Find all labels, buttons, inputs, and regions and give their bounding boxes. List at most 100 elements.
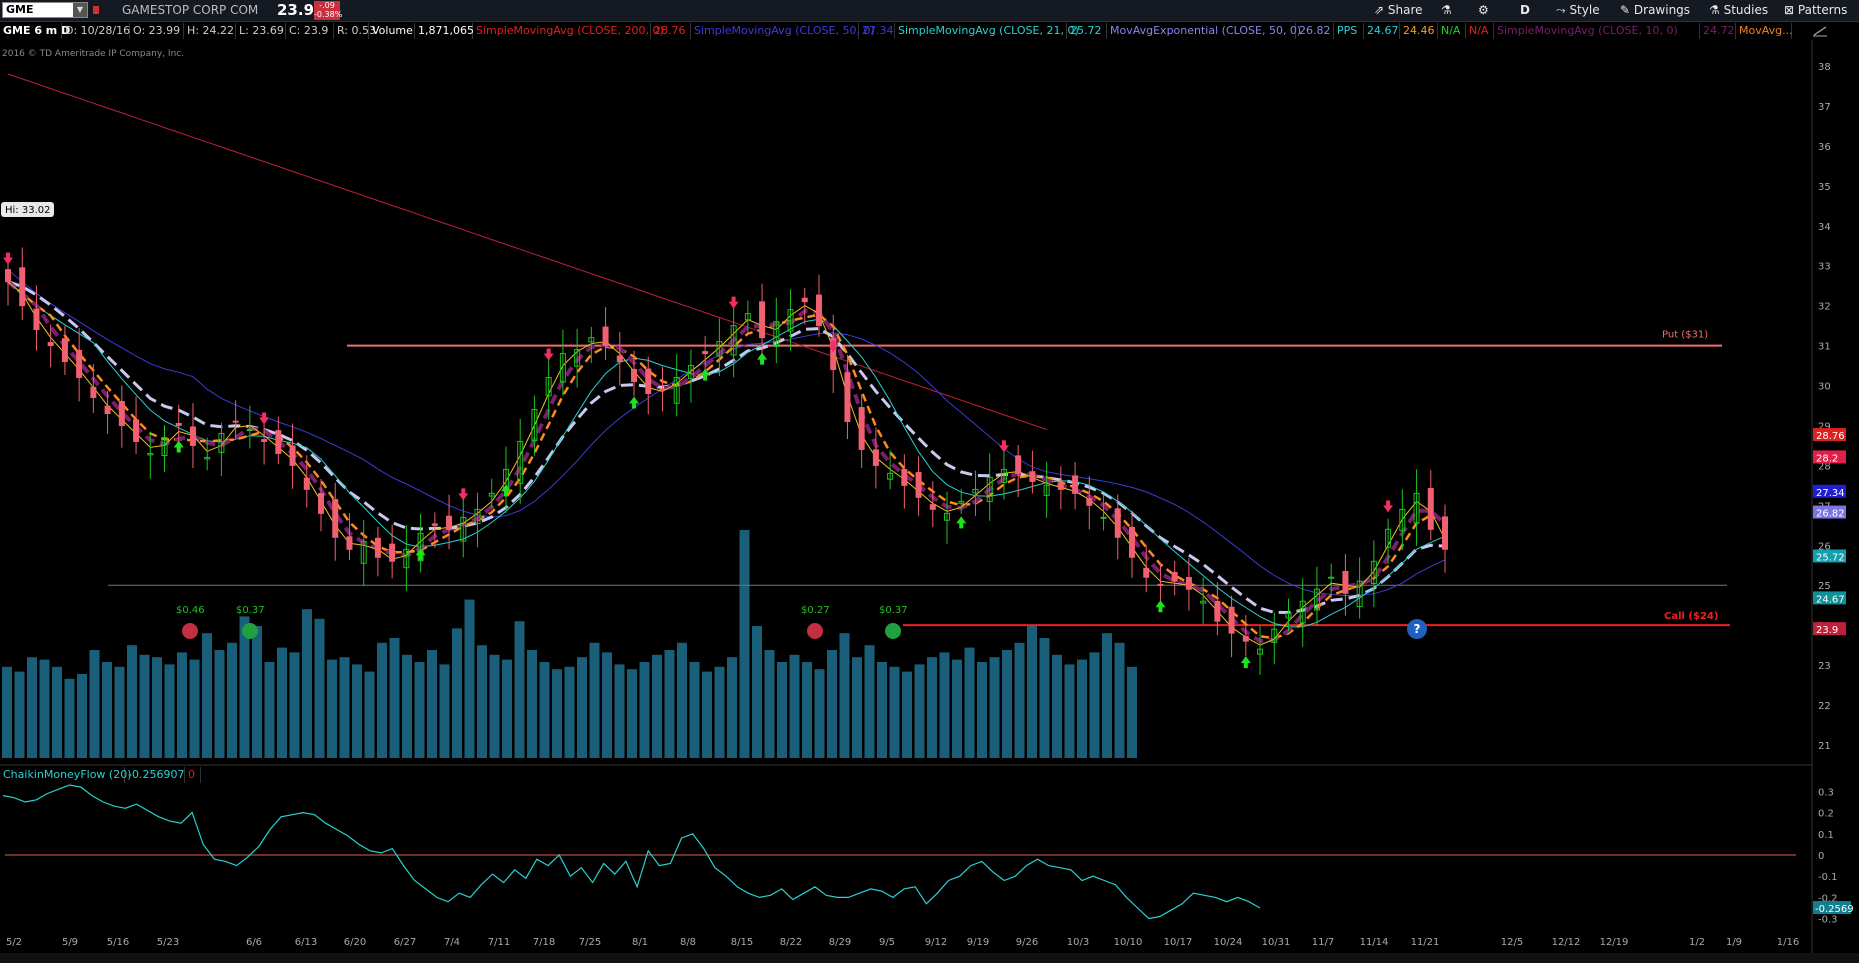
volume-bar xyxy=(789,654,800,758)
cmf-value: -0.256907 xyxy=(125,767,185,783)
cmf-label[interactable]: ChaikinMoneyFlow (20) xyxy=(0,767,132,783)
volume-bar xyxy=(889,666,900,758)
candle-body xyxy=(1214,600,1221,622)
symbol-input[interactable]: GME ▼ xyxy=(2,2,88,18)
date-axis-tick: 6/13 xyxy=(295,937,317,948)
help-button[interactable]: ? xyxy=(1407,619,1427,639)
share-label: Share xyxy=(1387,3,1423,17)
date-axis-tick: 12/5 xyxy=(1501,937,1523,948)
studies-label: Studies xyxy=(1723,3,1769,17)
candle-body xyxy=(1427,488,1434,530)
volume-bar xyxy=(352,664,362,758)
volume-bar xyxy=(1077,659,1087,758)
drawings-button[interactable]: ✎ Drawings xyxy=(1620,0,1690,21)
date-axis-tick: 1/9 xyxy=(1726,937,1742,948)
flask-button[interactable]: ⚗ xyxy=(1441,0,1452,21)
signal-arrows xyxy=(3,252,1394,669)
patterns-button[interactable]: ⊠ Patterns xyxy=(1784,0,1847,21)
symbol-dropdown-icon[interactable]: ▼ xyxy=(73,3,87,17)
volume-bar xyxy=(189,659,200,758)
settings-button[interactable]: ⚙ xyxy=(1478,0,1489,21)
price-axis-tick: 32 xyxy=(1818,302,1831,313)
candle-body xyxy=(61,338,68,363)
candle-body xyxy=(801,297,808,303)
candle-body xyxy=(1057,482,1064,490)
change-value: -.09 xyxy=(319,1,335,10)
share-icon: ⇗ xyxy=(1374,3,1385,17)
volume-bar xyxy=(1039,638,1050,758)
price-tag-label: 28.2 xyxy=(1816,453,1838,464)
chart-header: GME 6 m D D: 10/28/16 O: 23.99 H: 24.22 … xyxy=(0,22,1859,40)
candle-body xyxy=(104,405,111,414)
study-more[interactable]: MovAvg... xyxy=(1736,23,1793,39)
ohlc-open: O: 23.99 xyxy=(130,23,184,39)
study-ema50-value: 26.82 xyxy=(1296,23,1334,39)
volume-bar xyxy=(977,662,987,758)
chart-canvas[interactable]: Put ($31) Call ($24) Hi: 33.02 $0.46 $0.3… xyxy=(0,40,1859,953)
volume-bar xyxy=(389,638,400,758)
style-button[interactable]: ⤳ Style xyxy=(1556,0,1600,21)
volume-bar xyxy=(364,671,375,758)
study-sma200-label[interactable]: SimpleMovingAvg (CLOSE, 200, 0) xyxy=(473,23,664,39)
pps-label[interactable]: PPS xyxy=(1334,23,1364,39)
event-marker-icon xyxy=(182,623,198,639)
volume-bar xyxy=(702,671,712,758)
chart-label: GME 6 m D xyxy=(0,23,70,39)
candle-body xyxy=(275,430,282,454)
volume-bar xyxy=(752,626,762,758)
studies-button[interactable]: ⚗ Studies xyxy=(1709,0,1768,21)
study-sma50-label[interactable]: SimpleMovingAvg (CLOSE, 50, 0) xyxy=(691,23,875,39)
study-sma50-value: 27.34 xyxy=(859,23,895,39)
volume-bar xyxy=(689,662,700,758)
candle-body xyxy=(431,523,438,526)
volume-bar xyxy=(139,654,150,758)
candle-body xyxy=(1328,576,1335,579)
price-axis-tick: 35 xyxy=(1818,182,1831,193)
date-axis[interactable]: 5/2 5/9 5/16 5/23 6/6 6/13 6/20 6/27 7/4 7/11 7/18… xyxy=(6,937,1799,948)
volume-bar xyxy=(339,657,350,758)
sell-arrow-icon xyxy=(458,488,469,501)
share-button[interactable]: ⇗ Share xyxy=(1374,0,1423,21)
volume-bar xyxy=(1052,654,1062,758)
date-axis-tick: 7/11 xyxy=(488,937,510,948)
volume-bar xyxy=(277,647,287,758)
volume-bar xyxy=(739,530,750,758)
date-axis-tick: 7/4 xyxy=(444,937,460,948)
date-axis-tick: 5/9 xyxy=(62,937,78,948)
sell-arrow-icon xyxy=(259,412,270,425)
candle-body xyxy=(76,349,83,379)
study-sma10-label[interactable]: SimpleMovingAvg (CLOSE, 10, 0) xyxy=(1494,23,1700,39)
period-button[interactable]: D xyxy=(1520,0,1530,21)
link-icon[interactable] xyxy=(92,0,100,21)
price-axis-tick: 31 xyxy=(1818,342,1831,353)
price-axis-tick: 36 xyxy=(1818,142,1831,153)
price-tag-label: 23.9 xyxy=(1816,625,1838,636)
volume-bar xyxy=(777,662,787,758)
candle-body xyxy=(133,419,140,442)
date-axis-tick: 6/6 xyxy=(246,937,262,948)
price-axis-tick: 38 xyxy=(1818,62,1831,73)
candle-body xyxy=(374,537,381,558)
volume-bar xyxy=(952,659,962,758)
price-tag-label: 25.72 xyxy=(1816,552,1845,563)
price-tag-label: 24.67 xyxy=(1816,594,1845,605)
candle-body xyxy=(90,386,97,399)
candle-body xyxy=(815,294,822,327)
volume-bar xyxy=(477,645,487,758)
date-axis-tick: 8/22 xyxy=(780,937,802,948)
volume-bar xyxy=(114,666,125,758)
candle-body xyxy=(901,468,908,486)
candle-body xyxy=(47,342,54,347)
volume-bar xyxy=(102,662,112,758)
candle-body xyxy=(1015,455,1022,474)
volume-bar xyxy=(564,666,575,758)
expand-icon[interactable] xyxy=(1810,23,1830,39)
candle-body xyxy=(1157,583,1164,586)
price-axis-tick: 37 xyxy=(1818,102,1831,113)
study-ema50-label[interactable]: MovAvgExponential (CLOSE, 50, 0) xyxy=(1107,23,1301,39)
study-sma21-label[interactable]: SimpleMovingAvg (CLOSE, 21, 0) xyxy=(895,23,1079,39)
volume-bar xyxy=(52,666,62,758)
pps-value-3: N/A xyxy=(1438,23,1466,39)
cmf-zero: 0 xyxy=(185,767,201,783)
date-axis-tick: 12/19 xyxy=(1600,937,1629,948)
